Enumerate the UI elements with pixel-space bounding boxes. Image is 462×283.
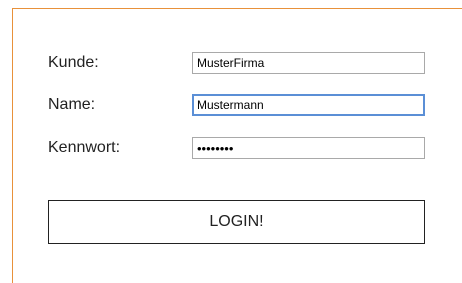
password-label: Kennwort:: [48, 139, 121, 156]
customer-label: Kunde:: [48, 54, 99, 71]
login-panel: Kunde: Name: Kennwort: LOGIN!: [12, 8, 462, 283]
name-input[interactable]: [192, 94, 425, 116]
customer-input[interactable]: [192, 52, 425, 74]
password-input[interactable]: [192, 137, 425, 159]
name-label: Name:: [48, 96, 96, 113]
login-button[interactable]: LOGIN!: [48, 200, 425, 244]
